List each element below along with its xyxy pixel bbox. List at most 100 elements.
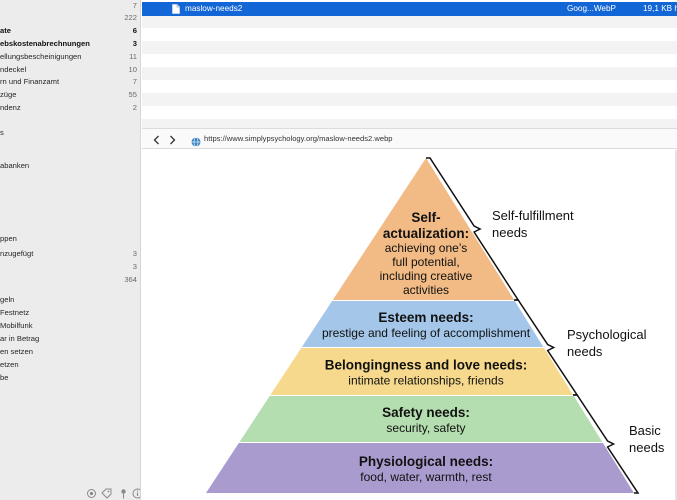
file-row[interactable] [142,67,677,80]
sidebar-item-count: 10 [128,65,137,74]
file-kind: Goog...WebP [567,4,617,13]
sidebar-item-label: ate [0,26,11,35]
document-icon [172,4,180,14]
file-row[interactable] [142,15,677,28]
sidebar-item-count: 55 [128,90,137,99]
sidebar-item[interactable]: 364 [0,274,140,286]
level-subtitle: food, water, warmth, rest [360,470,492,484]
sidebar-item[interactable]: s [0,127,140,139]
sidebar-item-count: 7 [132,77,137,86]
sidebar-item[interactable]: ebskostenabrechnungen 3 [0,38,140,50]
sidebar-item[interactable]: ndenz 2 [0,102,140,114]
level-title: Self- [411,210,440,225]
sidebar-item[interactable]: be [0,372,140,384]
file-size: 19,1 KB h [643,4,677,13]
sidebar-item-count: 364 [124,275,137,284]
file-row[interactable] [142,106,677,119]
chevron-left-icon[interactable] [151,133,163,145]
sidebar-item[interactable]: ate 6 [0,25,140,37]
level-subtitle: security, safety [386,421,465,435]
file-row[interactable] [142,41,677,54]
bracket-label: needs [492,225,528,240]
sidebar-item[interactable]: züge 55 [0,89,140,101]
sidebar-item-label: Mobilfunk [0,321,33,330]
sidebar-item-count: 3 [132,249,137,258]
sidebar-item-label: s [0,128,4,137]
sidebar-item[interactable]: abanken [0,160,140,172]
level-title: Safety needs: [382,405,470,420]
sidebar-item[interactable]: ppen [0,233,140,245]
file-row[interactable] [142,28,677,41]
file-row[interactable] [142,80,677,93]
sidebar-item[interactable]: 3 [0,261,140,273]
level-subtitle: including creative [380,269,473,283]
bracket-label: Psychological [567,327,647,342]
sidebar-item[interactable] [0,140,140,152]
globe-icon [191,134,201,147]
file-name: maslow-needs2 [185,4,243,13]
tag-icon[interactable] [101,486,112,499]
sidebar-item-label: abanken [0,161,30,170]
file-list: maslow-needs2 Goog...WebP 19,1 KB h [142,0,677,132]
sidebar-item-label: ndenz [0,103,21,112]
sidebar-item[interactable] [0,173,140,185]
sidebar-item[interactable]: en setzen [0,346,140,358]
level-title: Physiological needs: [359,454,493,469]
sidebar-item-label: ellungsbescheinigungen [0,52,82,61]
maslow-pyramid: Physiological needs:food, water, warmth,… [206,157,665,494]
level-subtitle: activities [403,283,449,297]
sidebar-item[interactable]: etzen [0,359,140,371]
circle-icon[interactable] [86,486,97,498]
bracket-label: Basic [629,423,661,438]
bracket-label: needs [629,440,665,455]
sidebar-item-label: ebskostenabrechnungen [0,39,90,48]
bracket-label: Self-fulfillment [492,208,574,223]
chevron-right-icon[interactable] [166,133,178,145]
sidebar-item[interactable]: Festnetz [0,307,140,319]
sidebar-item-label: Festnetz [0,308,30,317]
sidebar-item[interactable] [0,115,140,127]
level-subtitle: prestige and feeling of accomplishment [322,326,531,340]
bracket-label: needs [567,344,603,359]
image-preview: Physiological needs: food, water, warmth,… [142,150,677,500]
sidebar-item[interactable]: 7 [0,0,140,12]
sidebar-item-label: züge [0,90,17,99]
sidebar: 7 222 ate 6 ebskostenabrechnungen 3 ellungsbes… [0,0,141,500]
file-row[interactable] [142,93,677,106]
sidebar-item[interactable]: nzugefügt 3 [0,248,140,260]
sidebar-item-label: ndeckel [0,65,27,74]
sidebar-item[interactable] [0,185,140,197]
sidebar-item-label: rn und Finanzamt [0,77,60,86]
level-title: Belongingness and love needs: [325,358,528,373]
sidebar-item[interactable]: ndeckel 10 [0,64,140,76]
sidebar-item-count: 11 [129,52,137,61]
sidebar-item-label: en setzen [0,347,33,356]
sidebar-item[interactable]: 222 [0,12,140,24]
sidebar-item[interactable]: rn und Finanzamt 7 [0,76,140,88]
sidebar-item[interactable]: ellungsbescheinigungen 11 [0,51,140,63]
sidebar-item[interactable]: geln [0,294,140,306]
sidebar-footer [82,486,140,499]
level-subtitle: intimate relationships, friends [348,374,503,388]
sidebar-item-label: be [0,373,9,382]
file-row-selected[interactable]: maslow-needs2 Goog...WebP 19,1 KB h [142,2,677,16]
sidebar-item[interactable] [0,198,140,210]
file-row[interactable] [142,54,677,67]
url-field[interactable]: https://www.simplypsychology.org/maslow-… [204,129,393,149]
sidebar-item-label: ppen [0,234,17,243]
sidebar-item-label: geln [0,295,15,304]
level-title: Esteem needs: [378,310,473,325]
level-subtitle: full potential, [392,255,459,269]
sidebar-item-label: nzugefügt [0,249,34,258]
sidebar-item[interactable]: ar in Betrag [0,333,140,345]
sidebar-item-label: etzen [0,360,19,369]
pin-icon[interactable] [118,486,129,499]
sidebar-item-count: 3 [132,39,137,48]
level-subtitle: achieving one’s [385,241,468,255]
sidebar-item-count: 222 [124,13,137,22]
sidebar-item[interactable] [0,210,140,222]
info-icon[interactable] [132,486,140,499]
sidebar-item[interactable]: Mobilfunk [0,320,140,332]
level-title: actualization: [383,226,469,241]
sidebar-item-count: 6 [132,26,137,35]
